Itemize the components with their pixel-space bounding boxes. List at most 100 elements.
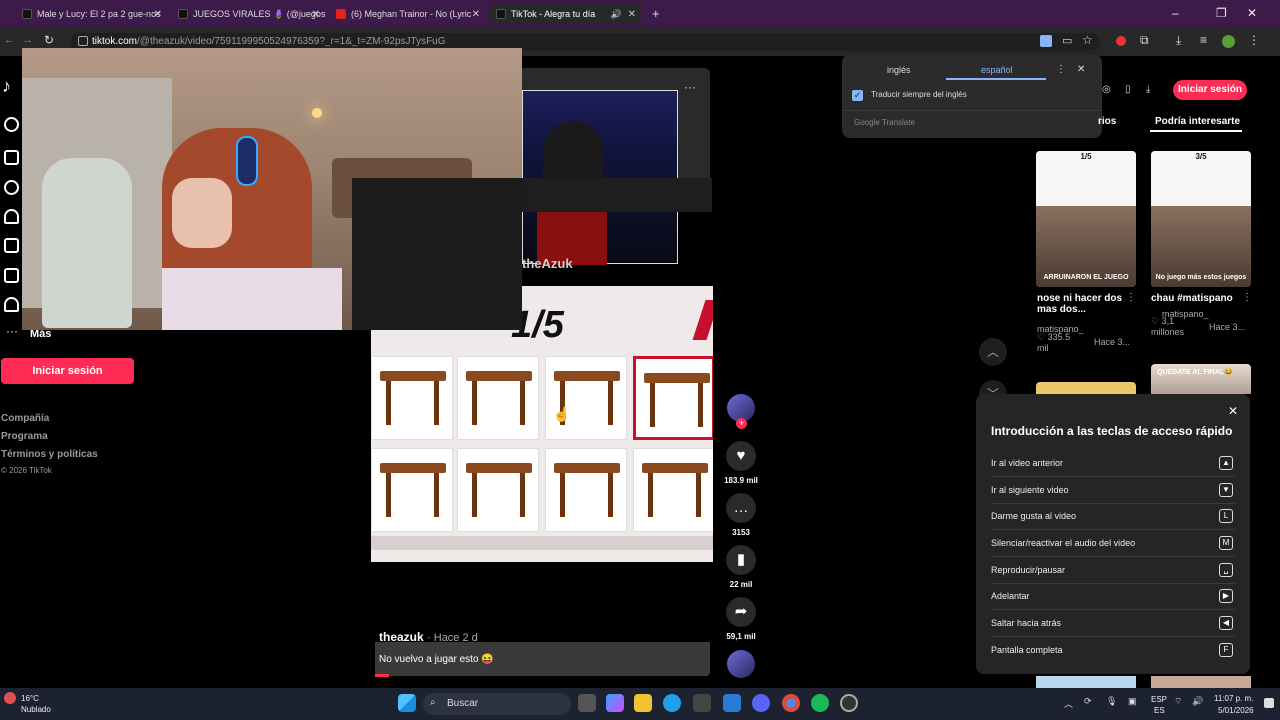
shortcuts-close-icon[interactable]: ✕ [1228, 404, 1238, 418]
recommended-thumbnail-4-peek[interactable]: QUEDATE AL FINAL😂 [1151, 364, 1251, 394]
live-icon[interactable] [4, 238, 19, 253]
item-options-icon[interactable]: ⋮ [1126, 292, 1136, 303]
following-icon[interactable] [4, 209, 19, 224]
video-progress-bar[interactable] [375, 674, 389, 677]
close-tab-icon[interactable]: ✕ [312, 9, 320, 20]
recommended-thumbnail-1[interactable]: 1/5 ARRUINARON EL JUEGO [1036, 151, 1136, 287]
tiktok-logo-icon[interactable]: ♪ [2, 76, 11, 97]
browser-tab-1[interactable]: Male y Lucy: El 2 pa 2 gue-nos ✕ [16, 4, 168, 24]
recommended-thumbnail-3-peek[interactable] [1036, 382, 1136, 394]
thumb-counter: 3/5 [1195, 152, 1207, 161]
follow-plus-icon[interactable]: + [736, 418, 747, 429]
translate-tab-to[interactable]: español [981, 65, 1013, 75]
recommended-thumbnail-2[interactable]: 3/5 No juego más estos juegos [1151, 151, 1251, 287]
recommended-title-1[interactable]: nose ni hacer dos mas dos... [1037, 293, 1123, 315]
mail-icon[interactable] [723, 694, 741, 712]
sidebar-login-button[interactable]: Iniciar sesión [1, 358, 134, 384]
video-options-icon[interactable]: ··· [684, 80, 696, 94]
upload-icon[interactable] [4, 268, 19, 283]
key-left-icon: ◀ [1219, 616, 1233, 630]
notification-icon[interactable] [1264, 698, 1274, 708]
next-creator-avatar[interactable] [727, 650, 755, 678]
extensions-icon[interactable]: ⧉ [1140, 33, 1149, 48]
like-button[interactable]: ♥ [726, 441, 756, 471]
minimize-icon[interactable]: – [1172, 6, 1179, 20]
tray-sync-icon[interactable]: ⟳ [1084, 696, 1092, 707]
tiktok-favicon-icon [178, 9, 188, 19]
close-tab-icon[interactable]: ✕ [628, 9, 636, 20]
recommended-title-2[interactable]: chau #matispano [1151, 293, 1233, 304]
bookmark-star-icon[interactable]: ☆ [1082, 33, 1093, 47]
volume-icon[interactable]: 🔊 [1192, 696, 1203, 707]
search-icon[interactable] [4, 117, 19, 132]
chrome-icon[interactable] [782, 694, 800, 712]
profile-icon[interactable] [4, 297, 19, 312]
clock-time[interactable]: 11:07 p. m. [1214, 694, 1253, 703]
edge-icon[interactable] [663, 694, 681, 712]
taskbar-search[interactable]: Buscar [423, 693, 571, 715]
home-icon[interactable] [4, 150, 19, 165]
media-control-icon[interactable]: ≡ [1200, 33, 1207, 47]
youtube-favicon-icon [336, 9, 346, 19]
close-tab-icon[interactable]: ✕ [472, 9, 480, 20]
translate-close-icon[interactable]: ✕ [1077, 64, 1085, 75]
save-button[interactable]: ▮ [726, 545, 756, 575]
browser-tab-3[interactable]: (6) Meghan Trainor - No (Lyric ✕ [330, 4, 486, 24]
reload-icon[interactable]: ↻ [44, 33, 54, 47]
video-brand-overlay: theAzuk [522, 256, 573, 271]
translate-options-icon[interactable]: ⋮ [1056, 64, 1066, 75]
quiz-graphic: 3/5 [1151, 151, 1251, 206]
download-app-icon[interactable]: ⤓ [1146, 84, 1150, 95]
wifi-icon[interactable]: ⌔ [1174, 696, 1182, 707]
browser-menu-icon[interactable]: ⋮ [1248, 33, 1260, 47]
copilot-icon[interactable] [606, 694, 624, 712]
device-icon[interactable]: ▯ [1125, 84, 1131, 95]
forward-icon[interactable]: → [22, 34, 33, 46]
site-info-icon[interactable] [78, 36, 88, 46]
keyboard-language[interactable]: ESP [1151, 695, 1167, 704]
copyright-text: © 2026 TikTok [1, 466, 52, 475]
browser-tab-2[interactable]: JUEGOS VIRALES 🪻 (@juegos ✕ [172, 4, 326, 24]
extension-red-icon[interactable] [1116, 36, 1126, 46]
download-icon[interactable]: ⤓ [1176, 33, 1181, 48]
tray-chevron-icon[interactable]: ︿ [1064, 697, 1073, 710]
discord-icon[interactable] [752, 694, 770, 712]
scroll-up-button[interactable]: ︿ [979, 338, 1007, 366]
footer-link-program[interactable]: Programa [1, 431, 48, 442]
translate-icon[interactable] [1040, 35, 1052, 47]
close-window-icon[interactable]: ✕ [1247, 6, 1257, 20]
spotify-icon[interactable] [811, 694, 829, 712]
explore-icon[interactable] [4, 180, 19, 195]
item-options-icon[interactable]: ⋮ [1242, 292, 1252, 303]
close-tab-icon[interactable]: ✕ [154, 9, 162, 20]
translate-tab-from[interactable]: inglés [887, 65, 911, 75]
compass-icon[interactable]: ◎ [1102, 84, 1111, 95]
recommended-thumbnail-6-peek[interactable] [1151, 676, 1251, 688]
recommended-thumbnail-5-peek[interactable] [1036, 676, 1136, 688]
footer-link-company[interactable]: Compañía [1, 413, 49, 424]
speaker-icon[interactable]: 🔊 [611, 9, 622, 20]
browser-tab-4-active[interactable]: TikTok - Alegra tu día 🔊 ✕ [490, 4, 642, 24]
always-translate-checkbox[interactable]: ✓ [852, 90, 863, 101]
back-icon[interactable]: ← [4, 34, 15, 46]
tab-comments-partial[interactable]: rios [1098, 116, 1116, 127]
comment-button[interactable]: … [726, 493, 756, 523]
file-explorer-icon[interactable] [634, 694, 652, 712]
new-tab-icon[interactable]: + [652, 6, 660, 21]
cast-icon[interactable]: ▭ [1062, 34, 1072, 47]
weather-icon[interactable] [4, 692, 16, 704]
tray-app-icon[interactable]: ▣ [1128, 696, 1137, 707]
restore-icon[interactable]: ❐ [1216, 6, 1227, 20]
windows-start-icon[interactable] [398, 694, 416, 712]
tab-you-may-like[interactable]: Podría interesarte [1155, 116, 1240, 127]
more-icon[interactable]: ··· [6, 324, 18, 338]
store-icon[interactable] [693, 694, 711, 712]
obs-icon[interactable] [840, 694, 858, 712]
share-button[interactable]: ➦ [726, 597, 756, 627]
header-login-button[interactable]: Iniciar sesión [1173, 80, 1247, 100]
profile-avatar[interactable] [1222, 35, 1235, 48]
task-view-icon[interactable] [578, 694, 596, 712]
like-count: 183.9 mil [724, 476, 758, 485]
footer-link-terms[interactable]: Términos y políticas [1, 449, 98, 460]
microphone-icon[interactable]: 🎙 [1106, 696, 1117, 707]
